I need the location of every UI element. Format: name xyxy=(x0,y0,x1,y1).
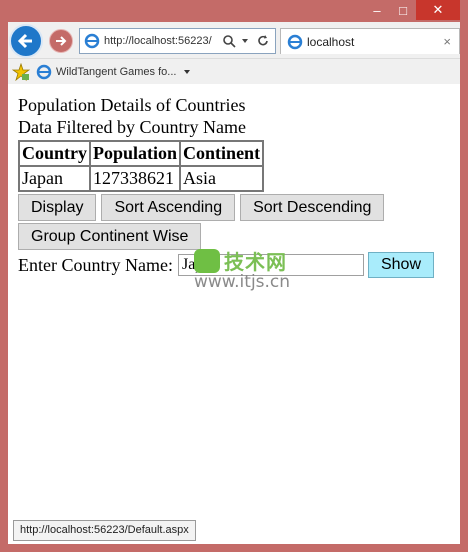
browser-window: – □ ✕ http://localhost:56223/ localhost … xyxy=(0,0,468,552)
back-button[interactable] xyxy=(9,24,43,58)
button-row-1: Display Sort Ascending Sort Descending xyxy=(18,194,454,221)
chevron-down-icon[interactable] xyxy=(182,67,192,77)
refresh-icon[interactable] xyxy=(256,34,270,48)
sort-ascending-button[interactable]: Sort Ascending xyxy=(101,194,236,221)
tab-localhost[interactable]: localhost × xyxy=(280,28,460,54)
forward-arrow-icon xyxy=(56,36,67,46)
dropdown-arrow-icon[interactable] xyxy=(240,36,250,46)
search-icon[interactable] xyxy=(222,34,236,48)
cell-continent: Asia xyxy=(180,166,264,191)
table-row: Japan 127338621 Asia xyxy=(19,166,264,191)
country-name-input[interactable] xyxy=(177,254,364,276)
ie-favorite-icon xyxy=(36,64,52,80)
favorites-bar: WildTangent Games fo... xyxy=(8,58,460,85)
page-heading: Population Details of Countries xyxy=(18,95,246,115)
group-continent-button[interactable]: Group Continent Wise xyxy=(18,223,202,250)
country-search-row: Enter Country Name: Show xyxy=(18,252,454,278)
tab-title: localhost xyxy=(307,34,355,49)
cell-population: 127338621 xyxy=(90,166,181,191)
address-text: http://localhost:56223/ xyxy=(104,35,212,47)
close-window-button[interactable]: ✕ xyxy=(416,0,460,20)
column-header-country: Country xyxy=(19,141,91,166)
window-controls: – □ ✕ xyxy=(364,0,460,22)
status-bar-url: http://localhost:56223/Default.aspx xyxy=(13,520,196,541)
ie-page-icon xyxy=(84,33,100,49)
column-header-continent: Continent xyxy=(180,141,264,166)
show-button[interactable]: Show xyxy=(367,252,434,278)
display-button[interactable]: Display xyxy=(18,194,97,221)
sort-descending-button[interactable]: Sort Descending xyxy=(240,194,385,221)
forward-button[interactable] xyxy=(49,29,73,53)
cell-country: Japan xyxy=(19,166,91,191)
minimize-button[interactable]: – xyxy=(364,0,390,20)
page-content: Population Details of Countries Data Fil… xyxy=(8,84,460,544)
address-bar[interactable]: http://localhost:56223/ xyxy=(79,28,276,54)
ie-tab-icon xyxy=(287,34,303,49)
favorites-item-wildtangent[interactable]: WildTangent Games fo... xyxy=(56,66,176,78)
population-table: Country Population Continent Japan 12733… xyxy=(18,140,265,192)
browser-chrome: http://localhost:56223/ localhost × Wild… xyxy=(8,22,460,84)
favorites-star-icon[interactable] xyxy=(12,63,30,81)
table-header-row: Country Population Continent xyxy=(19,141,264,166)
filter-subheading: Data Filtered by Country Name xyxy=(18,117,246,137)
country-name-label: Enter Country Name: xyxy=(18,254,173,275)
button-row-2: Group Continent Wise xyxy=(18,223,454,250)
close-tab-icon[interactable]: × xyxy=(443,34,451,49)
back-arrow-icon xyxy=(17,33,32,49)
column-header-population: Population xyxy=(90,141,181,166)
maximize-button[interactable]: □ xyxy=(390,0,416,20)
